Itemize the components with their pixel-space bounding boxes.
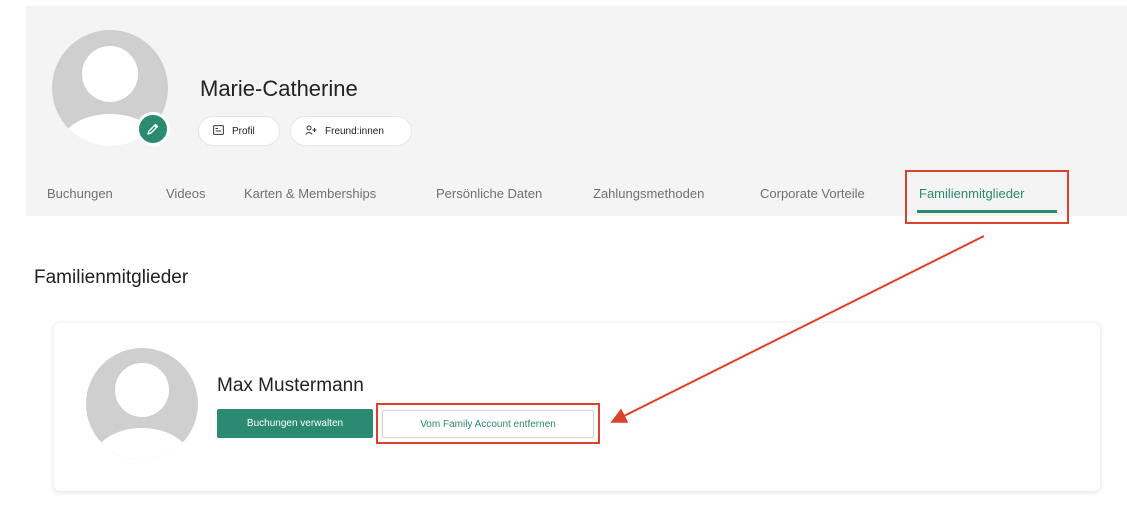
add-user-icon: [305, 125, 317, 138]
member-avatar: [86, 348, 198, 460]
tab-karten-memberships[interactable]: Karten & Memberships: [244, 186, 376, 201]
friends-button[interactable]: Freund:innen: [290, 116, 412, 146]
callout-highlight-remove: [376, 403, 600, 444]
tab-persoenliche-daten[interactable]: Persönliche Daten: [436, 186, 542, 201]
section-title: Familienmitglieder: [34, 267, 189, 288]
profile-button[interactable]: Profil: [198, 116, 280, 146]
tab-corporate-vorteile[interactable]: Corporate Vorteile: [760, 186, 865, 201]
manage-bookings-button[interactable]: Buchungen verwalten: [217, 409, 373, 438]
id-card-icon: [213, 124, 224, 138]
tab-zahlungsmethoden[interactable]: Zahlungsmethoden: [593, 186, 704, 201]
callout-highlight-tab: [905, 170, 1069, 224]
member-name: Max Mustermann: [217, 375, 364, 396]
profile-button-label: Profil: [232, 125, 255, 137]
tab-buchungen[interactable]: Buchungen: [47, 186, 113, 201]
profile-name: Marie-Catherine: [200, 76, 358, 101]
tab-videos[interactable]: Videos: [166, 186, 206, 201]
friends-button-label: Freund:innen: [325, 125, 384, 137]
pencil-icon[interactable]: [136, 112, 170, 146]
